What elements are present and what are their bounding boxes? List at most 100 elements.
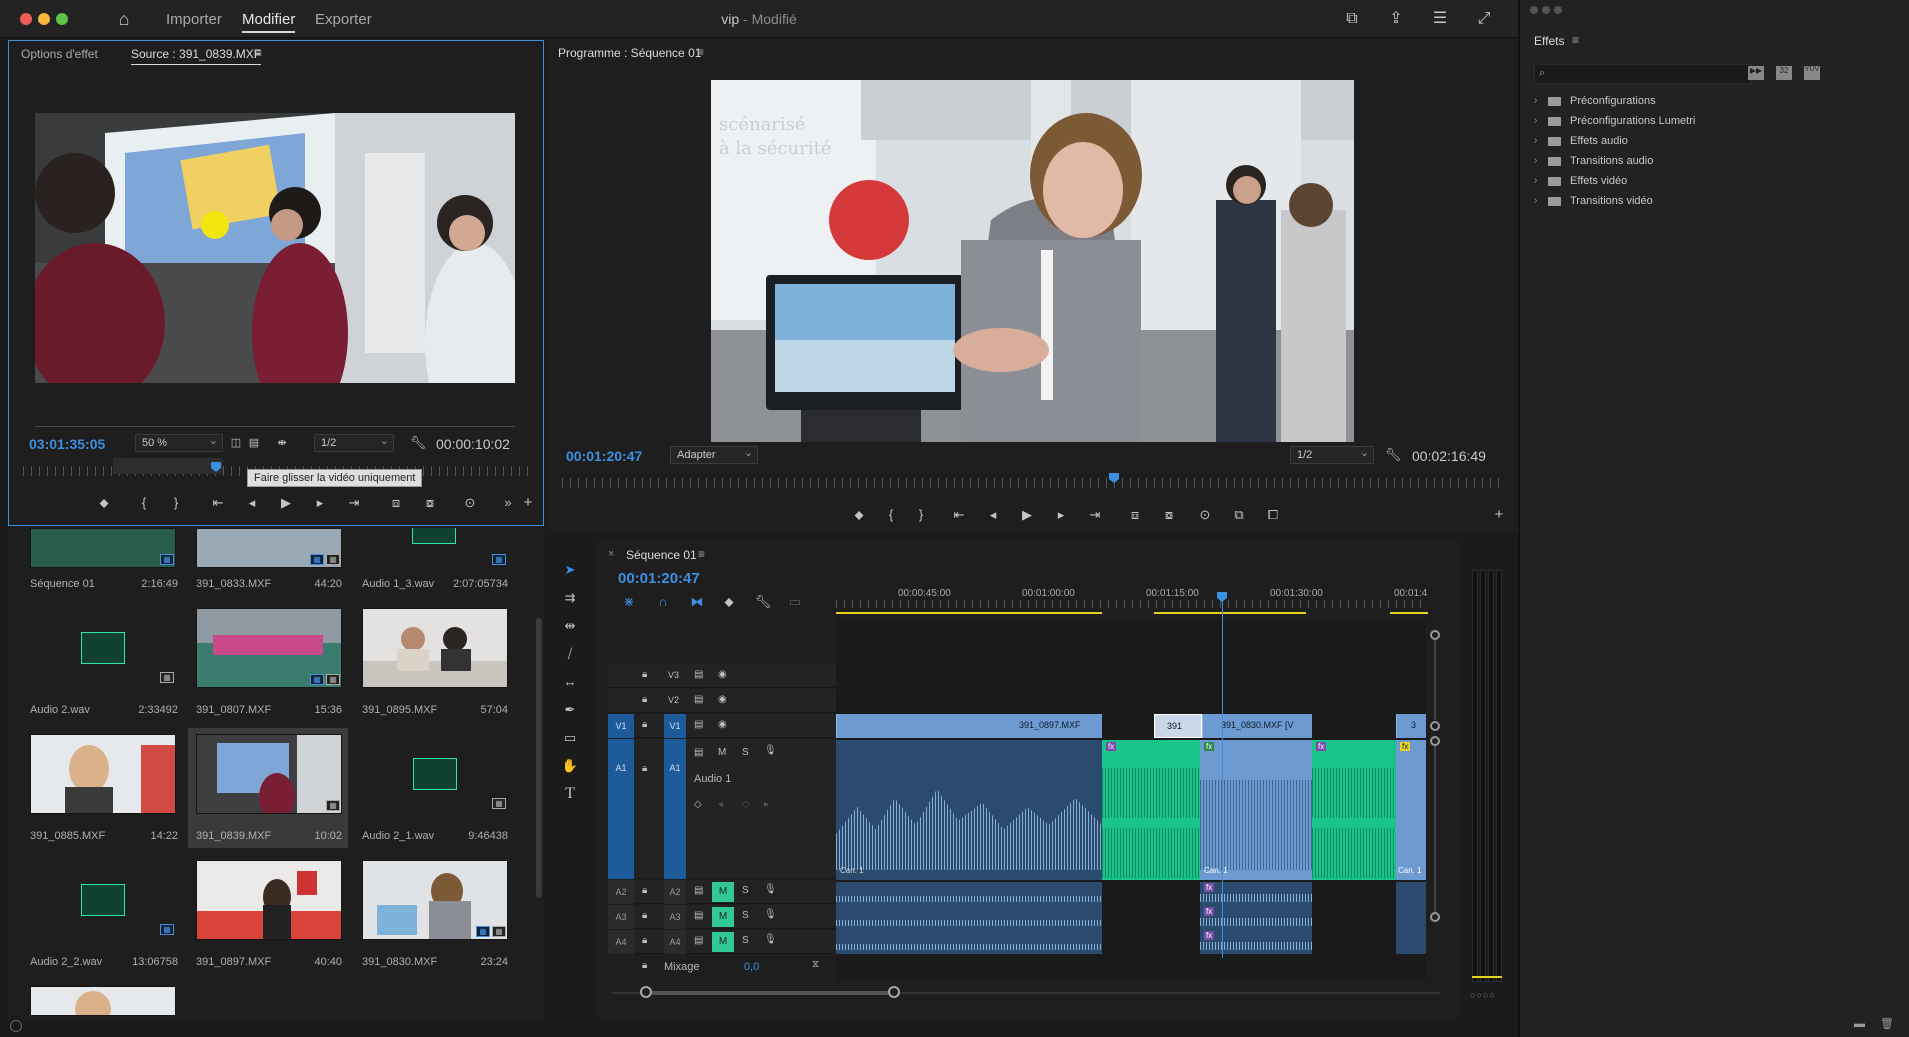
horizontal-zoom-handle-left[interactable] — [640, 986, 652, 998]
track-target-a2[interactable]: A2 — [664, 880, 686, 904]
expand-chevron-icon[interactable]: › — [1534, 155, 1537, 166]
expand-chevron-icon[interactable]: › — [1534, 95, 1537, 106]
source-patch-a3[interactable]: A3 — [608, 905, 634, 929]
multi-camera-icon[interactable]: ⧠ — [1262, 505, 1284, 525]
timeline-clip-a2-a4[interactable] — [1396, 882, 1426, 954]
timeline-clip-v1[interactable]: 3 — [1396, 714, 1426, 738]
quick-export-icon[interactable]: ⧉ — [1342, 9, 1362, 29]
program-play-icon[interactable]: ▶ — [1016, 505, 1038, 525]
lock-icon[interactable]: 🔒︎ — [642, 910, 647, 921]
lock-icon[interactable]: 🔒︎ — [642, 694, 647, 705]
lift-icon[interactable]: ⧈ — [1124, 505, 1146, 525]
add-marker-icon[interactable]: ⬥ — [93, 493, 115, 513]
accelerated-effects-icon[interactable]: ▶▶ — [1748, 66, 1764, 80]
pen-tool-icon[interactable]: ✒ — [559, 700, 581, 720]
eye-icon[interactable]: ◉ — [718, 719, 727, 730]
mute-button[interactable]: M — [712, 907, 734, 927]
lock-icon[interactable]: 🔒︎ — [642, 885, 647, 896]
horizontal-zoom-handle-right[interactable] — [888, 986, 900, 998]
program-go-to-in-icon[interactable]: ⇤ — [948, 505, 970, 525]
source-patch-a1[interactable]: A1 — [608, 739, 634, 879]
meter-solo-buttons[interactable]: ○○○○ — [1470, 990, 1496, 1000]
program-settings-wrench-icon[interactable]: 🔧︎ — [1382, 445, 1404, 465]
source-zoom-select[interactable]: 50 % — [135, 434, 223, 452]
vertical-zoom-handle[interactable] — [1430, 721, 1440, 731]
timeline-clip-a1[interactable]: fx Can. 1 — [1200, 740, 1312, 880]
status-indicator-icon[interactable] — [10, 1020, 22, 1032]
linked-selection-icon[interactable]: ⧓ — [686, 592, 708, 612]
toggle-sync-icon[interactable]: ▤ — [694, 694, 703, 705]
timeline-tracks-area[interactable]: 391_0897.MXF 391 391_0830.MXF [V 3 Can. … — [836, 592, 1426, 980]
bin-thumb-0885[interactable] — [30, 734, 176, 814]
lock-icon[interactable]: 🔒︎ — [642, 763, 647, 774]
drag-video-icon[interactable]: ▤ — [243, 433, 265, 453]
toggle-sync-icon[interactable]: ▤ — [694, 885, 703, 896]
timeline-clip-a2-a4[interactable]: fx fx fx — [1200, 882, 1312, 954]
bin-thumb-audio2[interactable]: ▦ — [30, 608, 176, 688]
timeline-clip-a1-green[interactable]: fx — [1312, 740, 1396, 880]
lock-icon[interactable]: 🔒︎ — [642, 719, 647, 730]
program-mark-out-icon[interactable]: } — [910, 505, 932, 525]
comparison-view-icon[interactable]: ⧉ — [1228, 505, 1250, 525]
mix-meter-toggle-icon[interactable]: ⧖ — [812, 959, 819, 970]
toggle-sync-icon[interactable]: ▤ — [694, 669, 703, 680]
go-to-in-icon[interactable]: ⇤ — [207, 493, 229, 513]
insert-icon[interactable]: ⧈ — [385, 493, 407, 513]
mix-value[interactable]: 0,0 — [744, 961, 759, 973]
timeline-clip-a1-green[interactable]: fx — [1102, 740, 1200, 880]
nest-toggle-icon[interactable]: ⋇ — [618, 592, 640, 612]
expand-chevron-icon[interactable]: › — [1534, 135, 1537, 146]
slip-tool-icon[interactable]: ↔ — [559, 672, 581, 692]
fullscreen-icon[interactable]: ⤢ — [1474, 9, 1494, 29]
vertical-zoom-handle[interactable] — [1430, 912, 1440, 922]
program-mark-in-icon[interactable]: { — [880, 505, 902, 525]
vertical-zoom-handle[interactable] — [1430, 630, 1440, 640]
timeline-clip-v1[interactable]: 391_0897.MXF — [836, 714, 1102, 738]
track-target-a4[interactable]: A4 — [664, 930, 686, 954]
mute-button[interactable]: M — [712, 932, 734, 952]
vertical-scrollbar[interactable] — [1434, 640, 1436, 720]
effects-item-video-transitions[interactable]: › Transitions vidéo — [1534, 192, 1904, 212]
toggle-sync-icon[interactable]: ▤ — [694, 747, 703, 758]
timeline-clip-a2-a4[interactable] — [836, 882, 1102, 954]
trash-icon[interactable]: 🗑︎ — [1880, 1017, 1894, 1030]
source-timecode[interactable]: 03:01:35:05 — [29, 436, 105, 452]
32bit-effects-icon[interactable]: 32 — [1776, 66, 1792, 80]
eye-icon[interactable]: ◉ — [718, 669, 727, 680]
effects-search-input[interactable]: ⌕ — [1534, 64, 1752, 84]
timeline-playhead-line[interactable] — [1222, 598, 1223, 958]
program-panel-menu-icon[interactable]: ≡ — [697, 45, 704, 59]
solo-button[interactable]: S — [742, 885, 749, 896]
lock-icon[interactable]: 🔒︎ — [642, 960, 647, 971]
expand-chevron-icon[interactable]: › — [1534, 195, 1537, 206]
new-bin-icon[interactable]: ▬ — [1854, 1018, 1865, 1030]
settings-wrench-icon[interactable]: 🔧︎ — [407, 433, 429, 453]
source-patch-a4[interactable]: A4 — [608, 930, 634, 954]
workspaces-menu-icon[interactable]: ☰ — [1430, 9, 1450, 29]
program-export-frame-icon[interactable]: ⊙ — [1194, 505, 1216, 525]
prev-keyframe-icon[interactable]: ◂ — [718, 799, 723, 810]
program-time-ruler[interactable] — [562, 478, 1504, 488]
export-frame-icon[interactable]: ⊙ — [459, 493, 481, 513]
bin-thumb-audio2_2[interactable]: ▦ — [30, 860, 176, 940]
source-patch-a2[interactable]: A2 — [608, 880, 634, 904]
solo-button[interactable]: S — [742, 935, 749, 946]
bin-thumb-0897[interactable] — [196, 860, 342, 940]
more-controls-icon[interactable]: » — [497, 493, 519, 513]
rectangle-tool-icon[interactable]: ▭ — [559, 728, 581, 748]
timeline-time-ruler[interactable] — [836, 600, 1426, 608]
effects-item-presets[interactable]: › Préconfigurations — [1534, 92, 1904, 112]
tab-sequence[interactable]: Séquence 01 — [626, 548, 697, 562]
effects-panel-title[interactable]: Effets — [1534, 34, 1564, 48]
bin-scrollbar[interactable] — [536, 618, 542, 898]
program-step-forward-icon[interactable]: ▸ — [1050, 505, 1072, 525]
voiceover-mic-icon[interactable]: 🎙︎ — [764, 884, 777, 895]
track-name[interactable]: Audio 1 — [694, 773, 731, 785]
mark-out-icon[interactable]: } — [165, 493, 187, 513]
voiceover-mic-icon[interactable]: 🎙︎ — [764, 909, 777, 920]
program-resolution-select[interactable]: 1/2 — [1290, 446, 1374, 464]
bin-thumb-sequence[interactable] — [30, 528, 176, 568]
solo-button[interactable]: S — [742, 910, 749, 921]
timeline-clip-a1[interactable]: Can. 1 — [836, 740, 1102, 880]
timeline-add-marker-icon[interactable]: ⬥ — [718, 592, 740, 612]
